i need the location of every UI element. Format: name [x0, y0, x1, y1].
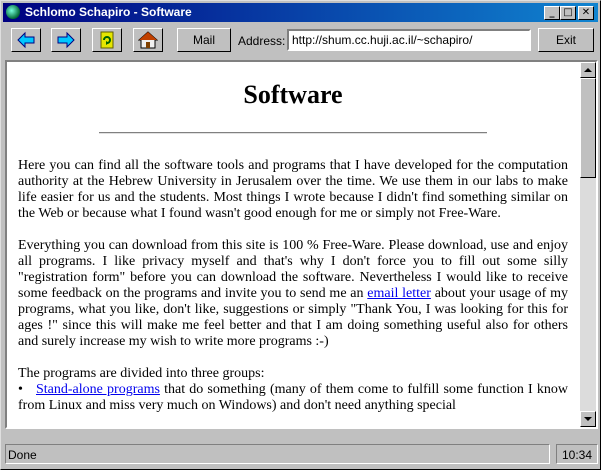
groups-intro: The programs are divided into three grou… — [18, 366, 265, 381]
arrow-right-icon — [57, 31, 75, 49]
home-button[interactable] — [133, 28, 163, 52]
vertical-scrollbar[interactable] — [580, 62, 596, 427]
status-bar: Done 10:34 — [5, 444, 598, 466]
back-button[interactable] — [11, 28, 41, 52]
bullet: • — [18, 382, 23, 397]
arrow-left-icon — [17, 31, 35, 49]
address-label: Address: — [238, 34, 286, 48]
browser-window: Schlomo Schapiro - Software _ □ ✕ Mail A… — [0, 0, 601, 470]
scroll-thumb[interactable] — [580, 78, 596, 178]
intro-paragraph: Here you can find all the software tools… — [18, 158, 568, 221]
page-heading: Software — [243, 80, 343, 109]
mail-button[interactable]: Mail — [177, 28, 231, 52]
address-input[interactable] — [287, 29, 531, 51]
window-title: Schlomo Schapiro - Software — [25, 5, 192, 19]
scroll-up-button[interactable] — [580, 62, 596, 78]
toolbar: Mail Address: Exit — [3, 24, 598, 58]
freeware-paragraph: Everything you can download from this si… — [18, 238, 568, 350]
title-bar[interactable]: Schlomo Schapiro - Software _ □ ✕ — [3, 3, 598, 22]
arrow-down-icon — [584, 417, 592, 421]
page-content: Software Here you can find all the softw… — [7, 62, 578, 427]
arrow-up-icon — [584, 68, 592, 72]
email-link[interactable]: email letter — [367, 286, 431, 301]
scroll-down-button[interactable] — [580, 411, 596, 427]
status-clock: 10:34 — [556, 444, 598, 464]
standalone-programs-link[interactable]: Stand-alone programs — [36, 382, 160, 397]
program-groups-list: • Stand-alone programs that do something … — [18, 382, 568, 414]
reload-icon — [100, 31, 114, 49]
forward-button[interactable] — [51, 28, 81, 52]
content-frame: Software Here you can find all the softw… — [5, 60, 598, 429]
divider — [99, 132, 487, 134]
status-text: Done — [5, 444, 550, 464]
minimize-button[interactable]: _ — [544, 6, 560, 20]
home-icon — [138, 31, 158, 49]
reload-button[interactable] — [92, 28, 122, 52]
list-item: • Stand-alone programs that do something … — [18, 382, 568, 414]
exit-button[interactable]: Exit — [538, 28, 594, 52]
close-button[interactable]: ✕ — [578, 6, 594, 20]
maximize-button[interactable]: □ — [560, 6, 576, 20]
globe-icon — [6, 5, 20, 19]
